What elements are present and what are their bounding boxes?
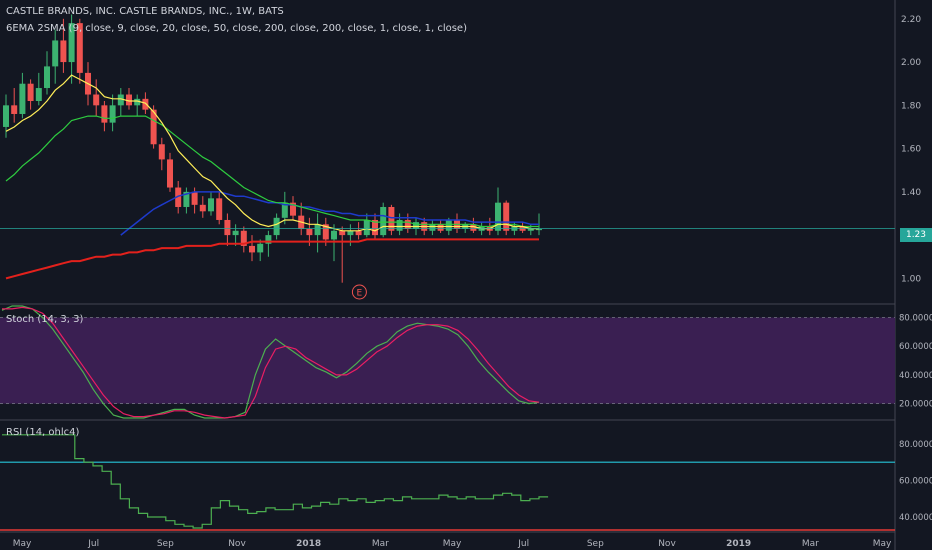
time-tick-label: Nov <box>658 539 676 549</box>
price-tick-label: 2.00 <box>901 58 921 68</box>
candle-body <box>331 230 337 240</box>
candle-body <box>216 198 223 220</box>
candle-body <box>158 144 165 160</box>
candle-body <box>35 88 42 102</box>
time-tick-label: 2019 <box>726 539 751 549</box>
price-tick-label: 2.20 <box>901 15 921 25</box>
stoch-label[interactable]: Stoch (14, 3, 3) <box>6 314 83 325</box>
candle-body <box>3 105 9 127</box>
candle-body <box>503 202 510 231</box>
time-tick-label: Sep <box>587 539 604 549</box>
candle-body <box>208 198 214 212</box>
candle-body <box>191 191 198 205</box>
rsi-label[interactable]: RSI (14, ohlc4) <box>6 427 79 438</box>
candle-body <box>11 105 18 114</box>
candle-body <box>44 66 50 89</box>
candle-body <box>52 40 59 67</box>
candle-body <box>347 230 354 236</box>
candle-body <box>429 224 436 231</box>
price-tick-label: 1.60 <box>901 145 921 155</box>
time-tick-label: Jul <box>517 539 529 549</box>
stoch-tick-label: 60.0000 <box>899 342 932 352</box>
time-tick-label: Mar <box>372 539 389 549</box>
stoch-tick-label: 40.0000 <box>899 371 932 381</box>
time-tick-label: May <box>13 539 32 549</box>
time-tick-label: 2018 <box>296 539 321 549</box>
candle-body <box>404 219 411 229</box>
candle-body <box>27 83 34 102</box>
candle-body <box>495 202 501 231</box>
candle-body <box>339 230 346 236</box>
candle-body <box>93 94 100 106</box>
candle-body <box>167 159 173 188</box>
rsi-tick-label: 60.0000 <box>899 476 932 486</box>
candle-body <box>388 206 395 231</box>
candle-body <box>60 40 67 63</box>
candle-body <box>101 105 108 123</box>
candle-body <box>224 219 231 236</box>
time-tick-label: May <box>443 539 462 549</box>
candle-body <box>273 217 280 236</box>
rsi-tick-label: 40.0000 <box>899 513 932 523</box>
stoch-tick-label: 80.0000 <box>899 313 932 323</box>
candle-body <box>445 219 452 231</box>
stoch-tick-label: 20.0000 <box>899 400 932 410</box>
candle-body <box>314 224 321 236</box>
rsi-tick-label: 80.0000 <box>899 440 932 450</box>
stoch-band <box>0 317 895 404</box>
earnings-marker-label: E <box>357 289 363 299</box>
time-tick-label: Sep <box>157 539 174 549</box>
candle-body <box>380 206 387 236</box>
candle-body <box>363 219 370 236</box>
chart-title: CASTLE BRANDS, INC. CASTLE BRANDS, INC.,… <box>6 6 284 17</box>
candle-body <box>355 230 362 236</box>
candle-body <box>306 228 313 236</box>
candle-body <box>142 98 149 110</box>
time-tick-label: Nov <box>228 539 246 549</box>
indicator-legend[interactable]: 6EMA 2SMA (9, close, 9, close, 20, close… <box>6 23 467 34</box>
candle-body <box>232 230 239 236</box>
background <box>0 0 932 550</box>
time-tick-label: Jul <box>87 539 99 549</box>
chart-canvas: 2.202.001.801.601.401.201.00E80.000060.0… <box>0 0 932 550</box>
time-tick-label: Mar <box>802 539 819 549</box>
price-tick-label: 1.80 <box>901 101 921 111</box>
candle-body <box>249 245 255 253</box>
last-price-tag: 1.23 <box>900 228 932 242</box>
price-tick-label: 1.00 <box>901 274 921 284</box>
candle-body <box>19 83 26 114</box>
candle-body <box>437 224 444 231</box>
price-tick-label: 1.40 <box>901 188 921 198</box>
candle-body <box>413 222 419 229</box>
time-tick-label: May <box>873 539 892 549</box>
candle-body <box>257 243 264 253</box>
candle-body <box>199 204 206 212</box>
candle-body <box>109 105 116 123</box>
